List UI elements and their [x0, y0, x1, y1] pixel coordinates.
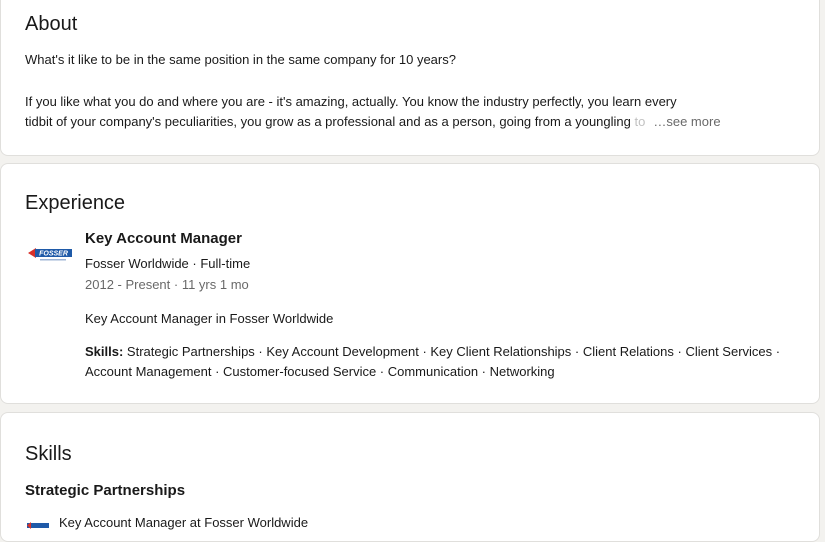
see-more-link[interactable]: …see more	[653, 114, 720, 129]
skills-card: Skills Strategic Partnerships Key Accoun…	[0, 412, 820, 542]
experience-card: Experience FOSSER Key Account Manager Fo…	[0, 163, 820, 404]
experience-dates: 2012 - Present · 11 yrs 1 mo	[85, 277, 249, 292]
experience-skills-label: Skills:	[85, 344, 124, 359]
about-text-paragraph-line2: tidbit of your company's peculiarities, …	[25, 112, 799, 132]
experience-title: Experience	[25, 192, 126, 214]
experience-role-title[interactable]: Key Account Manager	[85, 230, 242, 247]
experience-description: Key Account Manager in Fosser Worldwide	[85, 311, 334, 326]
about-card: About What's it like to be in the same p…	[0, 0, 820, 156]
experience-company: Fosser Worldwide · Full-time	[85, 256, 251, 271]
company-logo-small-icon	[27, 522, 49, 529]
skill-source-text: Key Account Manager at Fosser Worldwide	[59, 515, 309, 530]
skills-title: Skills	[25, 443, 72, 465]
skill-name[interactable]: Strategic Partnerships	[25, 482, 185, 499]
about-text-paragraph-line2-text: tidbit of your company's peculiarities, …	[25, 114, 631, 129]
about-text-intro: What's it like to be in the same positio…	[25, 52, 456, 67]
experience-skills: Skills: Strategic Partnerships · Key Acc…	[85, 342, 785, 382]
logo-underline-shape	[40, 259, 66, 261]
about-title: About	[25, 13, 78, 35]
logo-text: FOSSER	[39, 251, 68, 258]
about-text-paragraph-line1: If you like what you do and where you ar…	[25, 94, 677, 109]
company-logo-icon[interactable]: FOSSER	[26, 237, 74, 269]
experience-skills-list: Strategic Partnerships · Key Account Dev…	[85, 344, 781, 379]
about-text-fade: to	[630, 114, 646, 129]
